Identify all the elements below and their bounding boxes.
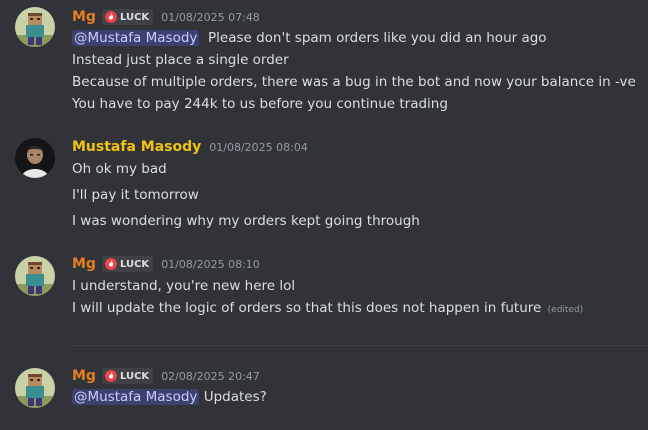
message-line: You have to pay 244k to us before you co… <box>72 96 448 112</box>
guild-tag[interactable]: LUCK <box>101 256 154 272</box>
message-line: Oh ok my bad <box>72 161 167 177</box>
message-timestamp: 01/08/2025 08:04 <box>209 140 308 154</box>
avatar-mg[interactable] <box>15 7 55 47</box>
avatar-mg[interactable] <box>15 368 55 408</box>
guild-tag-label: LUCK <box>119 258 150 270</box>
author-name[interactable]: Mg <box>72 368 96 384</box>
message-line: I was wondering why my orders kept going… <box>72 213 420 229</box>
guild-tag[interactable]: LUCK <box>101 368 154 384</box>
message-timestamp: 01/08/2025 07:48 <box>161 10 260 24</box>
message-header: Mg LUCK 01/08/2025 07:48 <box>72 7 260 27</box>
message-line: @Mustafa Masody Updates? <box>72 387 267 407</box>
author-name[interactable]: Mg <box>72 256 96 272</box>
message-line: I understand, you're new here lol <box>72 278 296 294</box>
guild-tag[interactable]: LUCK <box>101 9 154 25</box>
message-header: Mg LUCK 02/08/2025 20:47 <box>72 366 260 386</box>
author-name[interactable]: Mustafa Masody <box>72 139 201 155</box>
message-line: Because of multiple orders, there was a … <box>72 74 636 90</box>
guild-tag-label: LUCK <box>119 11 150 23</box>
date-divider <box>72 345 648 346</box>
flame-icon <box>104 11 117 23</box>
message-timestamp: 02/08/2025 20:47 <box>161 369 260 383</box>
guild-tag-label: LUCK <box>119 370 150 382</box>
user-mention[interactable]: @Mustafa Masody <box>72 30 200 46</box>
message-line: @Mustafa Masody Please don't spam orders… <box>72 28 547 48</box>
message-header: Mustafa Masody 01/08/2025 08:04 <box>72 137 308 157</box>
avatar-mustafa[interactable] <box>15 138 55 178</box>
message-line: Instead just place a single order <box>72 52 289 68</box>
message-text: Updates? <box>203 389 267 405</box>
flame-icon <box>104 370 117 382</box>
message-line: I will update the logic of orders so tha… <box>72 298 583 320</box>
avatar-mg[interactable] <box>15 256 55 296</box>
flame-icon <box>104 258 117 270</box>
user-mention[interactable]: @Mustafa Masody <box>72 389 200 405</box>
message-text: I will update the logic of orders so tha… <box>72 300 542 316</box>
message-timestamp: 01/08/2025 08:10 <box>161 257 260 271</box>
author-name[interactable]: Mg <box>72 9 96 25</box>
message-header: Mg LUCK 01/08/2025 08:10 <box>72 254 260 274</box>
edited-indicator: (edited) <box>547 305 584 315</box>
message-text: Please don't spam orders like you did an… <box>208 30 547 46</box>
message-line: I'll pay it tomorrow <box>72 187 199 203</box>
